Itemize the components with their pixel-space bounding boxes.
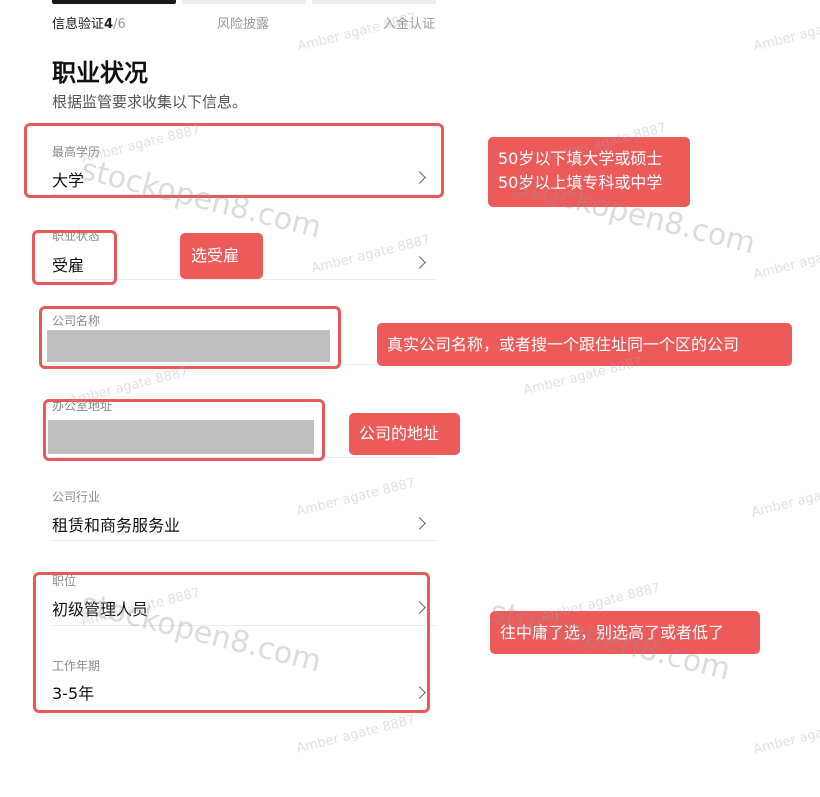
note-company: 真实公司名称，或者搜一个跟住址同一个区的公司 [377, 323, 792, 366]
step-bar-3 [312, 0, 436, 4]
note-position-text: 往中庸了选，别选高了或者低了 [500, 623, 725, 642]
position-value: 初级管理人员 [52, 600, 149, 619]
step-deposit-verification: 入金认证 [383, 17, 436, 32]
education-value: 大学 [52, 171, 85, 190]
chevron-right-icon [413, 171, 426, 184]
chevron-right-icon [413, 601, 426, 614]
position-field[interactable]: 职位 初级管理人员 [52, 563, 436, 626]
industry-field[interactable]: 公司行业 租赁和商务服务业 [52, 478, 436, 541]
watermark-author: Amber agate 8887 [752, 239, 820, 283]
company-name-label: 公司名称 [52, 314, 101, 328]
office-address-redacted-input[interactable] [48, 420, 314, 454]
position-label: 职位 [52, 574, 77, 588]
watermark-author: Amber agate 8887 [750, 477, 820, 521]
step-total: /6 [113, 17, 126, 32]
page-title: 职业状况 [52, 59, 148, 87]
employment-status-value: 受雇 [52, 256, 85, 275]
note-address-text: 公司的地址 [359, 424, 440, 443]
note-education: 50岁以下填大学或硕士 50岁以上填专科或中学 [488, 137, 690, 207]
step-info-verification: 信息验证4/6 [52, 13, 126, 32]
work-years-label: 工作年期 [52, 659, 101, 673]
industry-label: 公司行业 [52, 490, 101, 504]
step-bar-2 [182, 0, 306, 4]
work-years-field[interactable]: 工作年期 3-5年 [52, 648, 436, 710]
step-current: 4 [104, 17, 114, 32]
note-education-line1: 50岁以下填大学或硕士 [498, 149, 663, 168]
step-risk-disclosure: 风险披露 [217, 17, 270, 32]
page-subtitle: 根据监管要求收集以下信息。 [52, 93, 248, 111]
work-years-value: 3-5年 [52, 684, 95, 703]
note-position: 往中庸了选，别选高了或者低了 [490, 611, 760, 654]
step-bar-1 [52, 0, 176, 4]
education-field[interactable]: 最高学历 大学 [52, 128, 436, 195]
chevron-right-icon [413, 517, 426, 530]
employment-status-label: 职业状态 [52, 229, 101, 243]
watermark-author: Amber agate 8887 [752, 11, 820, 55]
note-education-line2: 50岁以上填专科或中学 [498, 173, 663, 192]
note-company-text: 真实公司名称，或者搜一个跟住址同一个区的公司 [387, 335, 740, 354]
note-address: 公司的地址 [349, 413, 460, 455]
step-label-text: 信息验证 [52, 17, 105, 32]
chevron-right-icon [413, 686, 426, 699]
watermark-author: Amber agate 8887 [752, 714, 820, 758]
note-employment: 选受雇 [180, 233, 263, 279]
education-label: 最高学历 [52, 145, 101, 159]
note-employment-text: 选受雇 [191, 246, 240, 265]
office-address-label: 办公室地址 [52, 399, 113, 413]
chevron-right-icon [413, 256, 426, 269]
industry-value: 租赁和商务服务业 [52, 516, 181, 535]
watermark-author: Amber agate 8887 [295, 712, 417, 757]
company-name-redacted-input[interactable] [47, 330, 330, 362]
